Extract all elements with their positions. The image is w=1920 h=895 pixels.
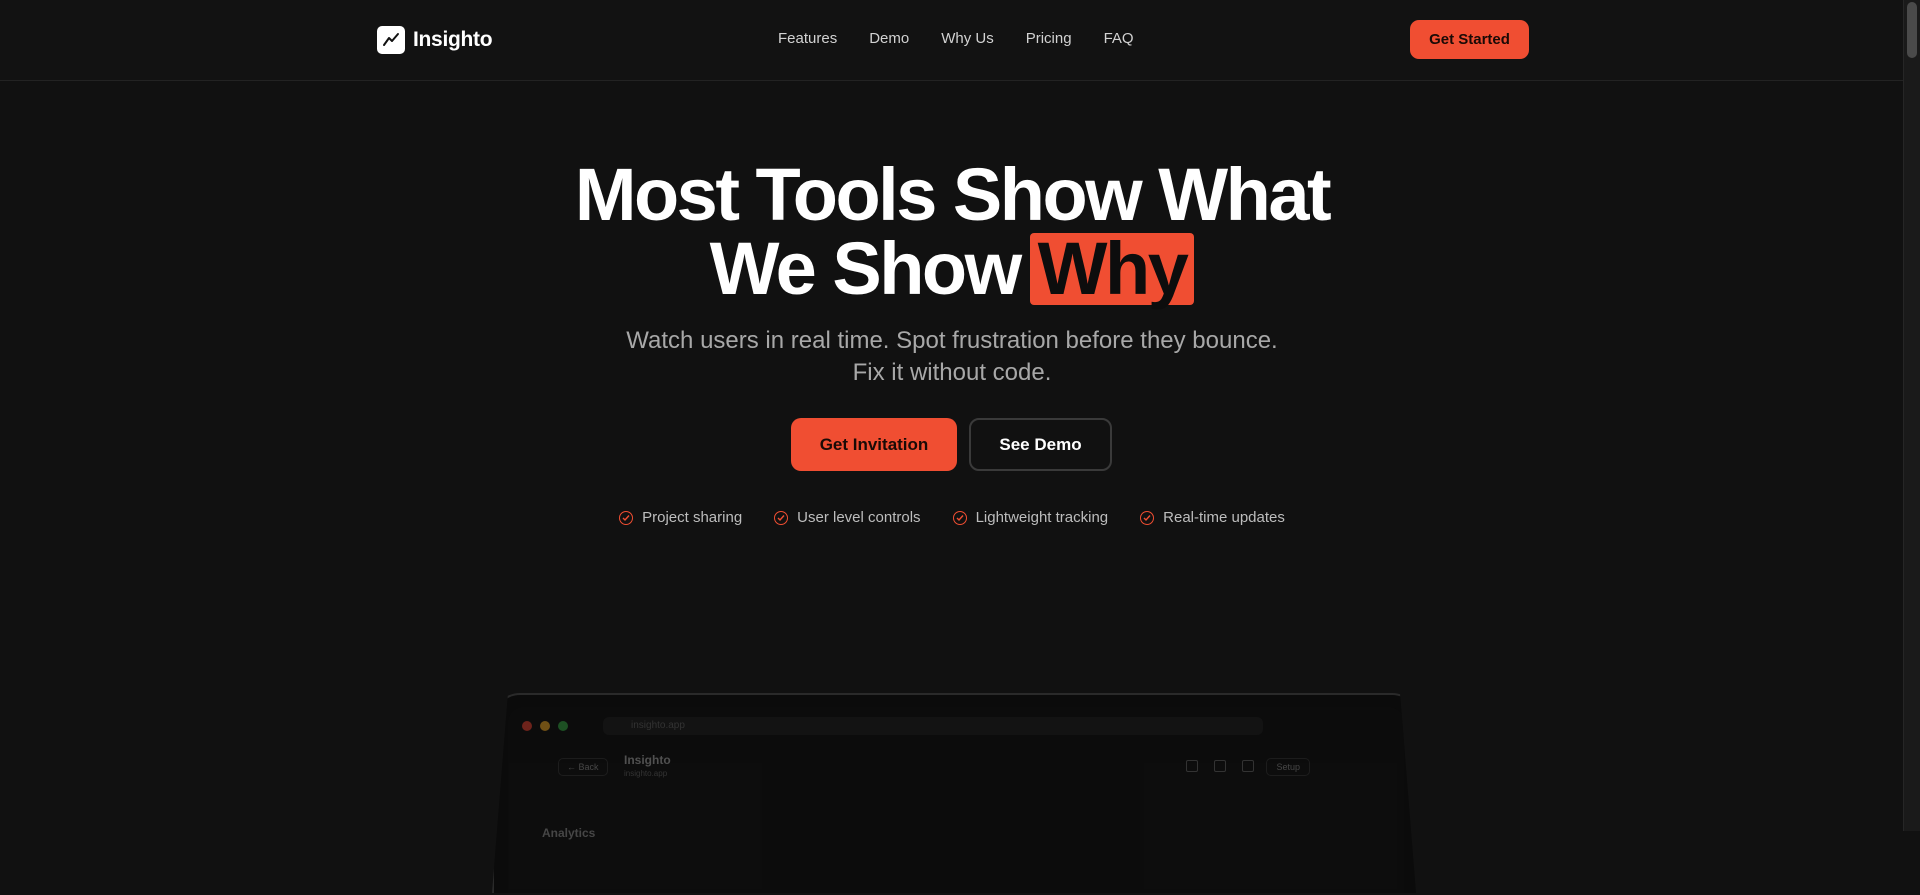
main-nav: Features Demo Why Us Pricing FAQ [778, 30, 1166, 47]
check-circle-icon [619, 510, 634, 525]
headline-highlight: Why [1029, 232, 1195, 306]
feature-item: Real-time updates [1140, 509, 1285, 526]
mockup-back-button: ← Back [558, 758, 608, 776]
check-circle-icon [1140, 510, 1155, 525]
landing-page: Insighto Features Demo Why Us Pricing FA… [0, 0, 1904, 893]
maximize-dot-icon [558, 721, 568, 731]
feature-list: Project sharing User level controls Ligh… [0, 509, 1904, 526]
subtitle-line2: Fix it without code. [852, 359, 1052, 386]
feature-item: Lightweight tracking [952, 509, 1109, 526]
headline-prefix: We Show [709, 227, 1023, 310]
get-started-button[interactable]: Get Started [1410, 20, 1529, 59]
check-circle-icon [774, 510, 789, 525]
see-demo-button[interactable]: See Demo [969, 418, 1112, 471]
feature-item: Project sharing [619, 509, 742, 526]
mockup-app-title: Insighto [624, 753, 671, 767]
scrollbar-thumb[interactable] [1907, 2, 1917, 58]
feature-label: Project sharing [642, 509, 743, 526]
mockup-app-subtitle: insighto.app [624, 769, 668, 778]
hero-cta-row: Get Invitation See Demo [791, 418, 1112, 471]
hero-subtitle: Watch users in real time. Spot frustrati… [0, 325, 1904, 389]
subtitle-line1: Watch users in real time. Spot frustrati… [626, 327, 1278, 354]
nav-features[interactable]: Features [778, 30, 837, 47]
nav-pricing[interactable]: Pricing [1026, 30, 1072, 47]
mockup-section-title: Analytics [542, 826, 596, 840]
headline-line2: We Show Why [0, 232, 1904, 306]
page-scrollbar[interactable] [1903, 0, 1920, 831]
get-invitation-button[interactable]: Get Invitation [791, 418, 957, 471]
nav-faq[interactable]: FAQ [1104, 30, 1134, 47]
mockup-url-bar: insighto.app [603, 717, 1263, 735]
headline-line1: Most Tools Show What [574, 153, 1332, 236]
nav-demo[interactable]: Demo [869, 30, 909, 47]
trend-chart-icon [377, 26, 405, 54]
check-circle-icon [952, 510, 967, 525]
laptop-mockup: insighto.app ← Back Insighto insighto.ap… [492, 693, 1416, 893]
mockup-setup-button: Setup [1266, 758, 1310, 776]
bell-icon [1214, 760, 1226, 772]
minimize-dot-icon [540, 721, 550, 731]
eye-icon [1242, 760, 1254, 772]
mockup-screen: insighto.app ← Back Insighto insighto.ap… [508, 707, 1404, 893]
window-controls [522, 721, 576, 731]
feature-label: Real-time updates [1163, 509, 1285, 526]
trash-icon [1186, 760, 1198, 772]
mockup-back-label: Back [578, 762, 599, 772]
mockup-toolbar-icons [1170, 760, 1254, 772]
close-dot-icon [522, 721, 532, 731]
brand-logo[interactable]: Insighto [377, 26, 493, 54]
brand-name: Insighto [413, 28, 493, 51]
hero-headline: Most Tools Show What We Show Why [0, 158, 1904, 306]
nav-why-us[interactable]: Why Us [941, 30, 994, 47]
top-header: Insighto Features Demo Why Us Pricing FA… [0, 0, 1904, 81]
feature-item: User level controls [774, 509, 921, 526]
feature-label: Lightweight tracking [975, 509, 1109, 526]
feature-label: User level controls [797, 509, 921, 526]
